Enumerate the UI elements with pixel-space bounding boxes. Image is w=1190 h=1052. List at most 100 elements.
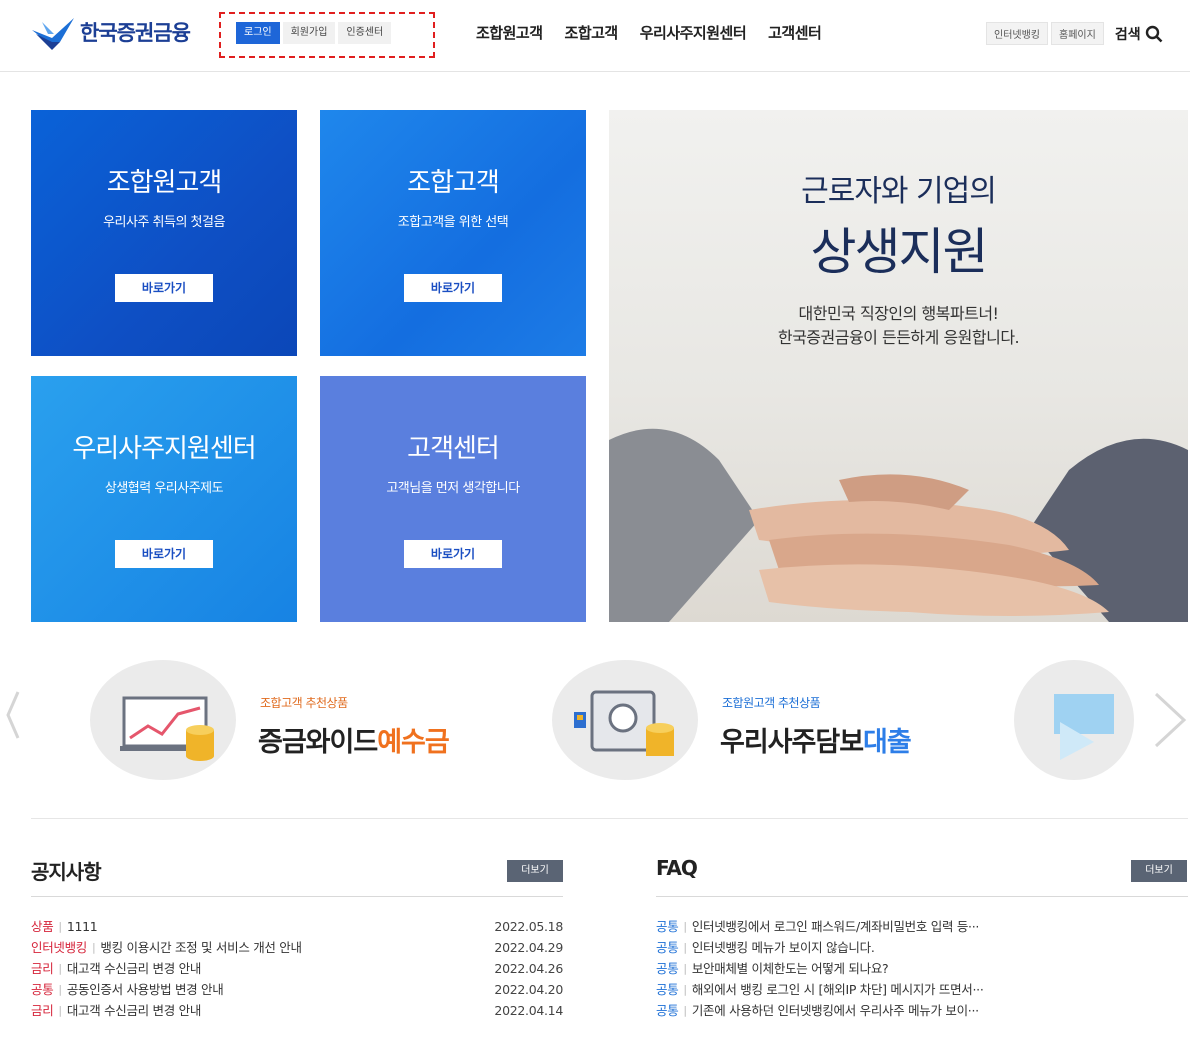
tile-go-button[interactable]: 바로가기 <box>115 540 213 568</box>
separator: | <box>92 941 96 954</box>
faq-item-title: 인터넷뱅킹 메뉴가 보이지 않습니다. <box>691 940 875 955</box>
product-name-main: 우리사주담보 <box>720 727 864 758</box>
faq-category: 공통 <box>656 982 679 997</box>
signup-button[interactable]: 회원가입 <box>282 22 336 44</box>
search-icon <box>1145 25 1162 42</box>
separator: | <box>683 920 687 933</box>
carousel-prev-icon[interactable] <box>6 690 20 740</box>
notice-item[interactable]: 금리 | 대고객 수신금리 변경 안내 2022.04.26 <box>31 960 563 981</box>
product-illustration-circle <box>552 660 698 780</box>
tile-title: 고객센터 <box>407 434 500 464</box>
separator: | <box>58 962 62 975</box>
nav-customer-center[interactable]: 고객센터 <box>768 22 822 43</box>
separator: | <box>58 920 62 933</box>
faq-category: 공통 <box>656 940 679 955</box>
site-header: 한국증권금융 로그인 회원가입 인증센터 조합원고객 조합고객 우리사주지원센터… <box>0 0 1190 72</box>
hero-line2: 상생지원 <box>810 223 989 281</box>
homepage-link[interactable]: 홈페이지 <box>1051 22 1104 45</box>
search-button[interactable]: 검색 <box>1115 24 1163 44</box>
tile-desc: 고객님을 먼저 생각합니다 <box>386 481 520 496</box>
faq-item[interactable]: 공통 | 인터넷뱅킹에서 로그인 패스워드/계좌비밀번호 입력 등··· <box>656 918 1188 939</box>
util-menu: 로그인 회원가입 인증센터 <box>236 22 394 44</box>
product-name-main: 증금와이드 <box>258 727 378 758</box>
separator: | <box>683 962 687 975</box>
separator: | <box>58 983 62 996</box>
tile-desc: 조합고객을 위한 선택 <box>397 215 509 230</box>
hero-line1: 근로자와 기업의 <box>801 174 997 209</box>
notice-title: 공지사항 <box>31 860 102 884</box>
faq-divider <box>656 896 1188 897</box>
notice-category: 공통 <box>31 982 54 997</box>
notice-date: 2022.04.14 <box>494 1003 563 1018</box>
tile-go-button[interactable]: 바로가기 <box>115 274 213 302</box>
notice-category: 금리 <box>31 1003 54 1018</box>
notice-list: 상품 | 1111 2022.05.18 인터넷뱅킹 | 뱅킹 이용시간 조정 및 … <box>31 918 563 1023</box>
notice-item-title: 뱅킹 이용시간 조정 및 서비스 개선 안내 <box>100 940 302 955</box>
cert-center-button[interactable]: 인증센터 <box>338 22 392 44</box>
faq-item[interactable]: 공통 | 기존에 사용하던 인터넷뱅킹에서 우리사주 메뉴가 보이··· <box>656 1002 1188 1023</box>
notice-category: 금리 <box>31 961 54 976</box>
faq-category: 공통 <box>656 1003 679 1018</box>
product-illustration-circle <box>90 660 236 780</box>
faq-title: FAQ <box>656 856 698 880</box>
hero-sub1: 대한민국 직장인의 행복파트너! <box>798 304 999 323</box>
separator: | <box>683 983 687 996</box>
tile-customer-center: 고객센터 고객님을 먼저 생각합니다 바로가기 <box>320 376 586 622</box>
faq-category: 공통 <box>656 961 679 976</box>
tile-go-button[interactable]: 바로가기 <box>404 274 502 302</box>
notice-item[interactable]: 공통 | 공동인증서 사용방법 변경 안내 2022.04.20 <box>31 981 563 1002</box>
card-play-icon <box>1054 694 1114 760</box>
faq-item[interactable]: 공통 | 보안매체별 이체한도는 어떻게 되나요? <box>656 960 1188 981</box>
faq-more-button[interactable]: 더보기 <box>1131 860 1187 882</box>
notice-item[interactable]: 금리 | 대고객 수신금리 변경 안내 2022.04.14 <box>31 1002 563 1023</box>
notice-date: 2022.04.29 <box>494 940 563 955</box>
separator: | <box>683 941 687 954</box>
tile-desc: 상생협력 우리사주제도 <box>104 481 224 496</box>
faq-item-title: 해외에서 뱅킹 로그인 시 [해외IP 차단] 메시지가 뜨면서··· <box>691 982 984 997</box>
separator: | <box>683 1004 687 1017</box>
faq-item-title: 보안매체별 이체한도는 어떻게 되나요? <box>691 961 889 976</box>
hero-sub: 대한민국 직장인의 행복파트너! 한국증권금융이 든든하게 응원합니다. <box>609 302 1188 350</box>
product-name[interactable]: 우리사주담보대출 <box>720 720 912 759</box>
tile-title: 우리사주지원센터 <box>72 434 256 464</box>
notice-item[interactable]: 상품 | 1111 2022.05.18 <box>31 918 563 939</box>
main-nav: 조합원고객 조합고객 우리사주지원센터 고객센터 <box>476 22 843 43</box>
notice-item-title: 대고객 수신금리 변경 안내 <box>66 961 202 976</box>
search-label: 검색 <box>1114 26 1141 43</box>
bird-logo-icon <box>32 18 74 50</box>
nav-esop-center[interactable]: 우리사주지원센터 <box>640 22 747 43</box>
product-name-highlight: 대출 <box>863 727 912 758</box>
notice-more-button[interactable]: 더보기 <box>507 860 563 882</box>
notice-date: 2022.04.20 <box>494 982 563 997</box>
nav-union-customer[interactable]: 조합고객 <box>565 22 619 43</box>
faq-item[interactable]: 공통 | 인터넷뱅킹 메뉴가 보이지 않습니다. <box>656 939 1188 960</box>
internet-banking-link[interactable]: 인터넷뱅킹 <box>986 22 1048 45</box>
tile-title: 조합고객 <box>407 168 500 198</box>
hero-banner[interactable]: 근로자와 기업의 상생지원 대한민국 직장인의 행복파트너! 한국증권금융이 든… <box>609 110 1188 622</box>
nav-member-customer[interactable]: 조합원고객 <box>476 22 543 43</box>
faq-list: 공통 | 인터넷뱅킹에서 로그인 패스워드/계좌비밀번호 입력 등··· 공통 | … <box>656 918 1188 1023</box>
tile-union-customer: 조합고객 조합고객을 위한 선택 바로가기 <box>320 110 586 356</box>
faq-item-title: 기존에 사용하던 인터넷뱅킹에서 우리사주 메뉴가 보이··· <box>691 1003 979 1018</box>
notice-item[interactable]: 인터넷뱅킹 | 뱅킹 이용시간 조정 및 서비스 개선 안내 2022.04.29 <box>31 939 563 960</box>
product-name[interactable]: 증금와이드예수금 <box>258 720 450 759</box>
faq-item[interactable]: 공통 | 해외에서 뱅킹 로그인 시 [해외IP 차단] 메시지가 뜨면서··· <box>656 981 1188 1002</box>
product-name-highlight: 예수금 <box>377 727 450 758</box>
safe-coins-icon <box>574 690 674 756</box>
tile-esop-center: 우리사주지원센터 상생협력 우리사주제도 바로가기 <box>31 376 297 622</box>
separator: | <box>58 1004 62 1017</box>
carousel-next-icon[interactable] <box>1152 690 1188 750</box>
tile-title: 조합원고객 <box>106 168 223 198</box>
login-button[interactable]: 로그인 <box>236 22 280 44</box>
product-label: 조합고객 추천상품 <box>260 696 348 710</box>
section-divider <box>31 818 1188 819</box>
notice-item-title: 공동인증서 사용방법 변경 안내 <box>66 982 224 997</box>
site-logo[interactable]: 한국증권금융 <box>30 12 191 52</box>
hero-sub2: 한국증권금융이 든든하게 응원합니다. <box>777 328 1020 347</box>
tile-go-button[interactable]: 바로가기 <box>404 540 502 568</box>
faq-item-title: 인터넷뱅킹에서 로그인 패스워드/계좌비밀번호 입력 등··· <box>691 919 980 934</box>
monitor-coins-icon <box>120 696 214 761</box>
notice-date: 2022.04.26 <box>494 961 563 976</box>
notice-item-title: 대고객 수신금리 변경 안내 <box>66 1003 202 1018</box>
notice-item-title: 1111 <box>66 919 98 934</box>
